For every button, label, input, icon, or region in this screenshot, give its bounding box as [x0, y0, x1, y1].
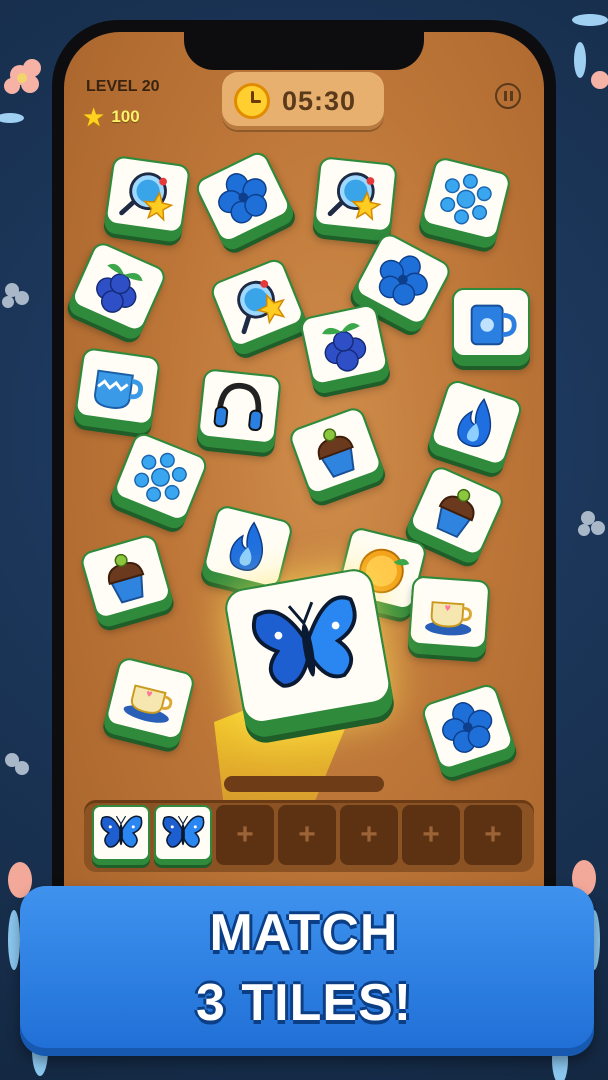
pause-icon: [503, 91, 507, 101]
teacup-icon: [115, 663, 185, 733]
phone-notch: [184, 32, 424, 70]
star-counter: ★ 100: [82, 104, 140, 130]
blue-flower-icon: [364, 240, 442, 318]
pause-button[interactable]: [495, 83, 521, 109]
blue-flame-icon: [213, 511, 283, 581]
cupcake-icon: [298, 414, 372, 488]
butterfly-icon: [160, 810, 206, 856]
board-tile[interactable]: [208, 256, 310, 358]
star-icon: ★: [82, 102, 106, 132]
board-tile[interactable]: [407, 575, 491, 659]
tray-slot-empty: +: [464, 805, 522, 865]
promo-line-1: MATCH: [209, 904, 399, 962]
board-tile[interactable]: [287, 405, 387, 505]
blue-mug-icon: [462, 294, 520, 352]
snowflake-icon: [431, 163, 501, 233]
board-tile[interactable]: [65, 239, 169, 343]
magnifier-star-icon: [220, 265, 296, 341]
magnifier-star-icon: [324, 163, 388, 227]
snowflake-icon: [123, 439, 199, 515]
flower-decoration: [5, 753, 29, 775]
butterfly-icon: [98, 810, 144, 856]
board-tile[interactable]: [108, 430, 210, 532]
butterfly-icon: [241, 579, 375, 713]
cupcake-icon: [419, 473, 496, 550]
board-tile[interactable]: [101, 655, 197, 751]
blue-flower-icon: [431, 690, 504, 763]
promo-line-2: 3 TILES!: [195, 974, 413, 1032]
board-tile[interactable]: [425, 377, 525, 477]
selected-tile[interactable]: [222, 566, 396, 740]
teacup-icon: [418, 582, 480, 644]
board-tile[interactable]: [312, 156, 398, 242]
board-tile[interactable]: [417, 155, 513, 251]
tray-slot-empty: +: [216, 805, 274, 865]
blue-flower-icon: [204, 158, 282, 236]
zigzag-mug-icon: [85, 354, 151, 420]
match-tray: + + + + +: [84, 800, 534, 872]
cupcake-icon: [90, 541, 162, 613]
tray-slot-filled: [92, 805, 150, 865]
tray-slot-empty: +: [402, 805, 460, 865]
blueberries-icon: [81, 249, 158, 326]
board-tile[interactable]: [419, 681, 519, 781]
flower-decoration: [578, 511, 605, 536]
timer-panel: 05:30: [222, 72, 384, 130]
board-tile[interactable]: [72, 346, 162, 436]
tray-slot-empty: +: [340, 805, 398, 865]
blueberries-icon: [310, 310, 379, 379]
board-tile[interactable]: [452, 288, 530, 366]
board-tile[interactable]: [298, 302, 392, 396]
flower-decoration: [2, 283, 29, 308]
board-tile[interactable]: [102, 154, 192, 244]
blue-flame-icon: [440, 386, 513, 459]
flower-decoration: [0, 59, 41, 123]
level-label: LEVEL 20: [86, 78, 160, 95]
board-tile[interactable]: [196, 368, 282, 454]
board-tile[interactable]: [78, 532, 176, 630]
board-tile[interactable]: [192, 148, 298, 254]
promo-headline: MATCH 3 TILES!: [0, 898, 608, 1038]
magnifier-star-icon: [115, 162, 181, 228]
timer-value: 05:30: [282, 85, 357, 116]
headphones-icon: [208, 375, 272, 439]
tray-slot-empty: +: [278, 805, 336, 865]
tray-indicator: [224, 776, 384, 792]
star-count: 100: [111, 107, 140, 126]
game-board: LEVEL 20 ★ 100 05:30 + + + + +: [64, 32, 544, 1008]
tray-slot-filled: [154, 805, 212, 865]
alarm-clock-icon: [234, 83, 270, 119]
